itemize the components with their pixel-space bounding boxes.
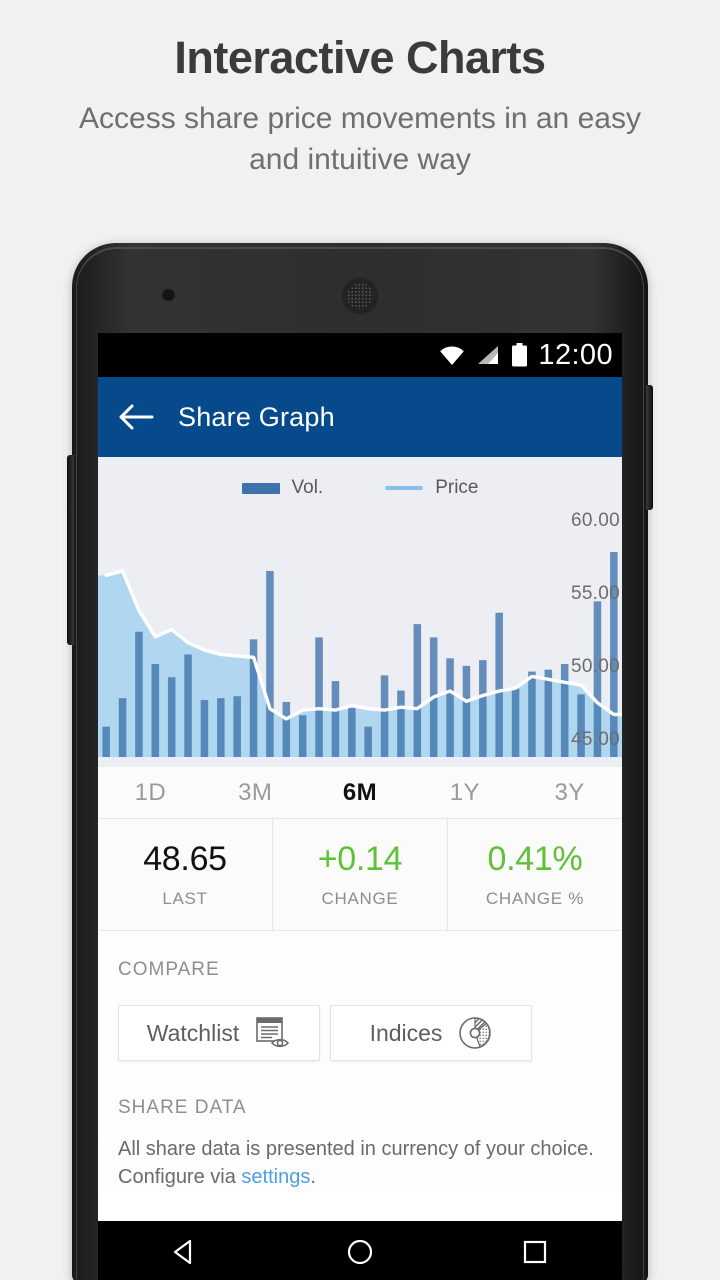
volume-bar [200,700,209,757]
power-button[interactable] [646,385,653,510]
stat-value: 0.41% [487,840,583,878]
wifi-icon [440,346,465,365]
volume-bar [397,690,405,757]
legend-bar-swatch-icon [241,482,280,494]
volume-bar [233,696,241,757]
volume-bar [462,665,471,757]
stat-cell-change: 0.41% CHANGE % [447,819,622,930]
watchlist-eye-icon [256,1017,290,1048]
volume-bar [331,681,340,757]
range-tab-1y[interactable]: 1Y [412,779,517,807]
share-data-text-before: All share data is presented in currency … [118,1138,594,1189]
stat-label: CHANGE % [485,889,585,908]
volume-bar [282,701,291,757]
legend-label-price: Price [435,477,479,498]
volume-bar [102,726,110,757]
stat-label: CHANGE [321,889,399,908]
watchlist-button[interactable]: Watchlist [118,1005,320,1061]
legend-item-price: Price [385,477,479,499]
volume-bar [544,669,553,757]
compare-buttons: Watchlist Indices [118,1005,602,1067]
legend-line-swatch-icon [385,486,424,490]
y-axis-tick-3: 45.00 [570,729,620,751]
phone-device: 12:00 Share Graph Vol. Price 60.00 55.00… [67,243,653,1280]
status-bar-icons [439,343,528,367]
compare-heading: COMPARE [118,959,220,980]
compare-section: COMPARE Watchlist Indices [98,931,622,1067]
range-tab-bar: 1D 3M 6M 1Y 3Y [98,767,622,819]
promo-header: Interactive Charts Access share price mo… [0,0,720,181]
volume-bar [446,658,454,757]
volume-bar [217,698,225,757]
chart-legend: Vol. Price [98,473,622,503]
share-data-section: SHARE DATA All share data is presented i… [98,1067,622,1192]
volume-bar [380,675,389,757]
chart-plot-area [98,552,622,757]
volume-bar [315,637,323,757]
android-nav-bar [98,1221,622,1280]
status-bar-clock: 12:00 [538,338,613,371]
indices-button-label: Indices [369,1019,443,1046]
volume-button[interactable] [67,455,74,645]
volume-bar [560,663,569,757]
stat-label: LAST [162,889,208,908]
range-tab-1d[interactable]: 1D [98,779,203,807]
phone-screen: 12:00 Share Graph Vol. Price 60.00 55.00… [98,333,622,1280]
back-triangle-icon[interactable] [170,1237,200,1267]
share-graph-chart[interactable]: Vol. Price 60.00 55.00 50.00 45.00 [98,457,622,767]
volume-bar [167,677,176,757]
y-axis-tick-1: 55.00 [570,582,620,604]
promo-subtitle: Access share price movements in an easy … [79,101,641,177]
legend-label-vol: Vol. [291,477,324,498]
volume-bar [298,715,307,757]
volume-bar [528,671,536,757]
volume-bar [135,631,143,757]
page-title: Share Graph [178,401,335,432]
promo-title: Interactive Charts [174,32,546,83]
battery-icon [512,343,528,367]
home-circle-icon[interactable] [345,1237,375,1267]
app-bar: Share Graph [98,377,622,457]
share-data-text: All share data is presented in currency … [118,1135,602,1192]
price-area-fill [98,570,622,757]
signal-icon [478,346,499,364]
volume-bar [413,624,422,757]
volume-bar [495,612,503,757]
speaker-mesh [347,283,373,309]
indices-button[interactable]: Indices [330,1005,532,1061]
status-bar: 12:00 [98,333,622,377]
volume-bar [348,707,356,757]
promo-page: Interactive Charts Access share price mo… [0,0,720,1280]
volume-bar [118,698,127,757]
volume-bar [364,726,372,757]
stat-value: 48.65 [143,840,227,878]
legend-item-vol: Vol. [241,477,324,499]
front-camera-icon [162,288,175,301]
stats-row: 48.65 LAST +0.14 CHANGE 0.41% CHANGE % [98,819,622,931]
volume-bar [184,654,192,757]
earpiece-speaker-icon [340,276,380,316]
range-tab-6m[interactable]: 6M [308,779,413,807]
volume-bar [479,660,487,757]
range-tab-3y[interactable]: 3Y [517,779,622,807]
stat-cell-change: +0.14 CHANGE [272,819,447,930]
volume-bar [151,663,160,757]
y-axis-tick-0: 60.00 [570,509,620,531]
settings-link[interactable]: settings [241,1166,310,1188]
share-data-heading: SHARE DATA [118,1097,247,1118]
recents-square-icon[interactable] [520,1237,550,1267]
y-axis-tick-2: 50.00 [570,656,620,678]
stat-cell-last: 48.65 LAST [98,819,272,930]
range-tab-3m[interactable]: 3M [203,779,308,807]
watchlist-button-label: Watchlist [146,1019,240,1046]
volume-bar [266,570,274,757]
volume-bar [511,688,520,757]
back-arrow-icon[interactable] [118,402,154,432]
stat-value: +0.14 [317,840,403,878]
share-data-text-after: . [310,1166,316,1189]
pie-chart-icon [459,1017,492,1049]
